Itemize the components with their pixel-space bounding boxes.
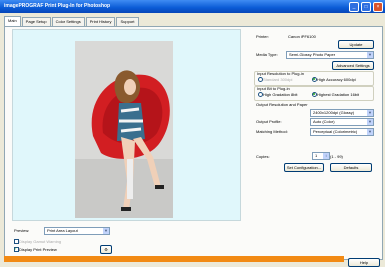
output-resolution-value: 2400x1200dpi (Glossy) xyxy=(313,110,355,115)
media-type-select[interactable]: Semi-Glossy Photo Paper ▼ xyxy=(286,51,374,59)
chevron-down-icon: ▼ xyxy=(367,129,373,135)
matching-method-select[interactable]: Perceptual (Colorimetric) ▼ xyxy=(310,128,374,136)
input-bit-16-radio[interactable]: Highest Gradation 16bit xyxy=(312,92,359,97)
preview-settings-button[interactable]: ⚙ xyxy=(100,245,112,254)
input-bit-label: Input Bit to Plug-in xyxy=(257,86,290,91)
media-type-label: Media Type: xyxy=(256,52,278,57)
title-bar: imagePROGRAF Print Plug-In for Photoshop… xyxy=(0,0,385,13)
output-resolution-group-label: Output Resolution and Paper xyxy=(256,102,308,107)
chevron-down-icon: ▼ xyxy=(367,52,373,58)
tab-color-settings[interactable]: Color Settings xyxy=(51,17,85,26)
input-bit-8-radio[interactable]: High Gradation 8bit xyxy=(258,92,297,97)
status-accent-bar xyxy=(4,256,344,262)
preview-label: Preview: xyxy=(14,228,30,233)
preview-photo xyxy=(75,41,173,218)
stepper-arrows-icon[interactable]: ↕ xyxy=(323,153,329,159)
chevron-down-icon: ▼ xyxy=(367,119,373,125)
set-configuration-button[interactable]: Set Configuration... xyxy=(284,163,324,172)
matching-method-label: Matching Method: xyxy=(256,129,288,134)
chevron-down-icon: ▼ xyxy=(103,228,109,234)
input-res-standard-radio[interactable]: Standard 300dpi xyxy=(258,77,292,82)
minimize-button[interactable]: _ xyxy=(349,2,359,12)
defaults-button[interactable]: Defaults xyxy=(330,163,372,172)
output-profile-select[interactable]: Auto (Color) ▼ xyxy=(310,118,374,126)
matching-method-value: Perceptual (Colorimetric) xyxy=(313,129,358,134)
print-preview-checkbox[interactable]: Display Print Preview xyxy=(14,246,57,252)
plugin-window: imagePROGRAF Print Plug-In for Photoshop… xyxy=(0,0,385,267)
output-resolution-select[interactable]: 2400x1200dpi (Glossy) ▼ xyxy=(310,109,374,117)
copies-value: 1 xyxy=(315,153,318,158)
input-res-high-radio[interactable]: High Accuracy 600dpi xyxy=(312,77,356,82)
printer-value: Canon iPF6100 xyxy=(288,34,316,39)
tab-print-history[interactable]: Print History xyxy=(85,17,116,26)
advanced-settings-button[interactable]: Advanced Settings xyxy=(332,61,374,70)
print-preview-area xyxy=(12,29,241,221)
maximize-button[interactable]: □ xyxy=(361,2,371,12)
gear-icon: ⚙ xyxy=(104,247,108,252)
tab-support[interactable]: Support xyxy=(116,17,139,26)
gamut-warning-checkbox[interactable]: Display Gamut Warning xyxy=(14,239,61,244)
copies-range: (1 - 99) xyxy=(330,154,343,159)
media-type-value: Semi-Glossy Photo Paper xyxy=(289,52,336,57)
preview-mode-value: Print Area Layout xyxy=(47,228,78,233)
tab-bar: Main Page Setup Color Settings Print His… xyxy=(4,16,140,26)
close-button[interactable]: × xyxy=(373,2,383,12)
input-resolution-label: Input Resolution to Plug-in xyxy=(257,71,304,76)
woman-in-red-chair-image xyxy=(75,41,173,218)
update-button[interactable]: Update xyxy=(338,40,374,49)
preview-mode-select[interactable]: Print Area Layout ▼ xyxy=(44,227,110,235)
output-profile-value: Auto (Color) xyxy=(313,119,335,124)
tab-main[interactable]: Main xyxy=(4,16,21,26)
help-button[interactable]: Help xyxy=(348,258,380,267)
window-title: imagePROGRAF Print Plug-In for Photoshop xyxy=(4,3,111,9)
printer-label: Printer: xyxy=(256,34,269,39)
copies-stepper[interactable]: 1 ↕ xyxy=(312,152,330,160)
chevron-down-icon: ▼ xyxy=(367,110,373,116)
output-profile-label: Output Profile: xyxy=(256,119,282,124)
copies-label: Copies: xyxy=(256,154,270,159)
tab-page-setup[interactable]: Page Setup xyxy=(21,17,51,26)
